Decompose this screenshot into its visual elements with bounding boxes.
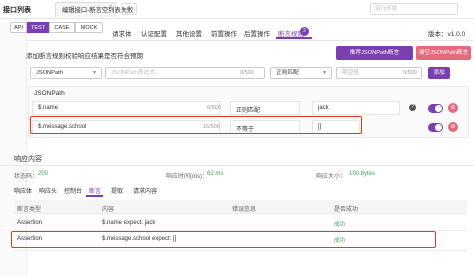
rule-enabled-toggle[interactable]	[428, 104, 443, 113]
match-mode-value: 正则匹配	[276, 70, 299, 76]
column-header-content: 内容	[102, 207, 115, 213]
assertion-type-select[interactable]: JSONPath ▼	[30, 67, 102, 79]
help-icon[interactable]: ?	[409, 104, 416, 111]
assertion-description: 添加断言规则校验响应结果是否符合预期	[26, 53, 143, 60]
add-tab-button[interactable]: +	[121, 3, 137, 15]
match-mode-select[interactable]: 正则匹配 ▼	[270, 67, 332, 79]
app-title: 接口列表	[3, 7, 31, 14]
clear-jsonpath-button[interactable]: 清空JSONPath断言	[416, 46, 471, 60]
tab-other-settings[interactable]: 其他设置	[176, 28, 202, 38]
environment-select[interactable]: 运行环境	[370, 3, 458, 15]
segment-case[interactable]: CASE	[49, 22, 75, 33]
tab-auth-config[interactable]: 认证配置	[141, 28, 167, 38]
column-header-type: 断言类型	[17, 207, 42, 213]
active-tab-indicator	[276, 37, 312, 39]
divider	[27, 40, 474, 41]
add-assertion-button[interactable]: 添加	[428, 67, 450, 79]
chevron-down-icon: ▼	[322, 70, 327, 76]
tab-response-headers[interactable]: 响应头	[39, 186, 57, 195]
chevron-down-icon: ▼	[92, 70, 97, 76]
row-divider	[14, 250, 467, 251]
tab-console[interactable]: 控制台	[64, 186, 82, 195]
rule-expected: jack	[318, 105, 329, 111]
rule-enabled-toggle[interactable]	[428, 123, 443, 132]
result-type: Assertion	[17, 220, 43, 226]
expression-char-count: 0/500	[240, 70, 254, 76]
assertion-type-value: JSONPath	[36, 70, 63, 76]
response-size-label: 响应大小：	[316, 174, 347, 180]
jsonpath-section-label: JSONPath	[34, 90, 65, 97]
version-label: 版本：v1.0.0	[428, 31, 466, 38]
rule-matcher: 正则匹配	[236, 108, 261, 114]
highlight-box	[30, 116, 362, 134]
rule-char-count: 6/500	[207, 105, 221, 111]
close-icon[interactable]: ×	[109, 4, 113, 10]
segment-api[interactable]: API	[10, 22, 27, 33]
recommend-jsonpath-button[interactable]: 推荐JSONPath断言	[336, 46, 413, 60]
status-label: 状态码：	[14, 174, 39, 180]
tab-response-body[interactable]: 响应体	[14, 186, 32, 195]
tab-assertions[interactable]: 断言	[89, 186, 101, 195]
tab-request-body[interactable]: 请求体	[112, 28, 132, 38]
delete-rule-icon[interactable]: ⊖	[448, 103, 458, 113]
segment-mock[interactable]: MOCK	[75, 22, 103, 33]
result-content: $.name expect: jack	[102, 220, 156, 226]
response-title: 响应内容	[14, 156, 42, 163]
active-tab-indicator	[86, 195, 103, 197]
delete-rule-icon[interactable]: ⊖	[448, 122, 458, 132]
tab-request-content[interactable]: 请求内容	[133, 186, 157, 195]
response-time-label: 响应时间(ms)：	[166, 174, 208, 180]
highlight-box	[11, 231, 436, 248]
segment-test[interactable]: TEST	[27, 22, 49, 33]
assertion-count-badge: 2	[300, 27, 309, 36]
divider	[0, 165, 474, 166]
column-header-success: 是否成功	[334, 207, 359, 213]
rule-path-field[interactable]	[32, 101, 220, 115]
response-time-value: 62 ms	[207, 171, 224, 177]
column-header-error: 错误信息	[232, 207, 257, 213]
tab-pre-operations[interactable]: 前置操作	[211, 28, 237, 38]
tab-post-operations[interactable]: 后置操作	[244, 28, 270, 38]
status-value: 200	[38, 171, 49, 177]
response-size-value: 100 bytes	[349, 171, 376, 177]
rule-path: $.name	[38, 105, 59, 111]
tab-extract[interactable]: 提取	[111, 186, 123, 195]
result-success: 成功	[334, 222, 346, 228]
expected-char-count: 0/500	[403, 70, 417, 76]
